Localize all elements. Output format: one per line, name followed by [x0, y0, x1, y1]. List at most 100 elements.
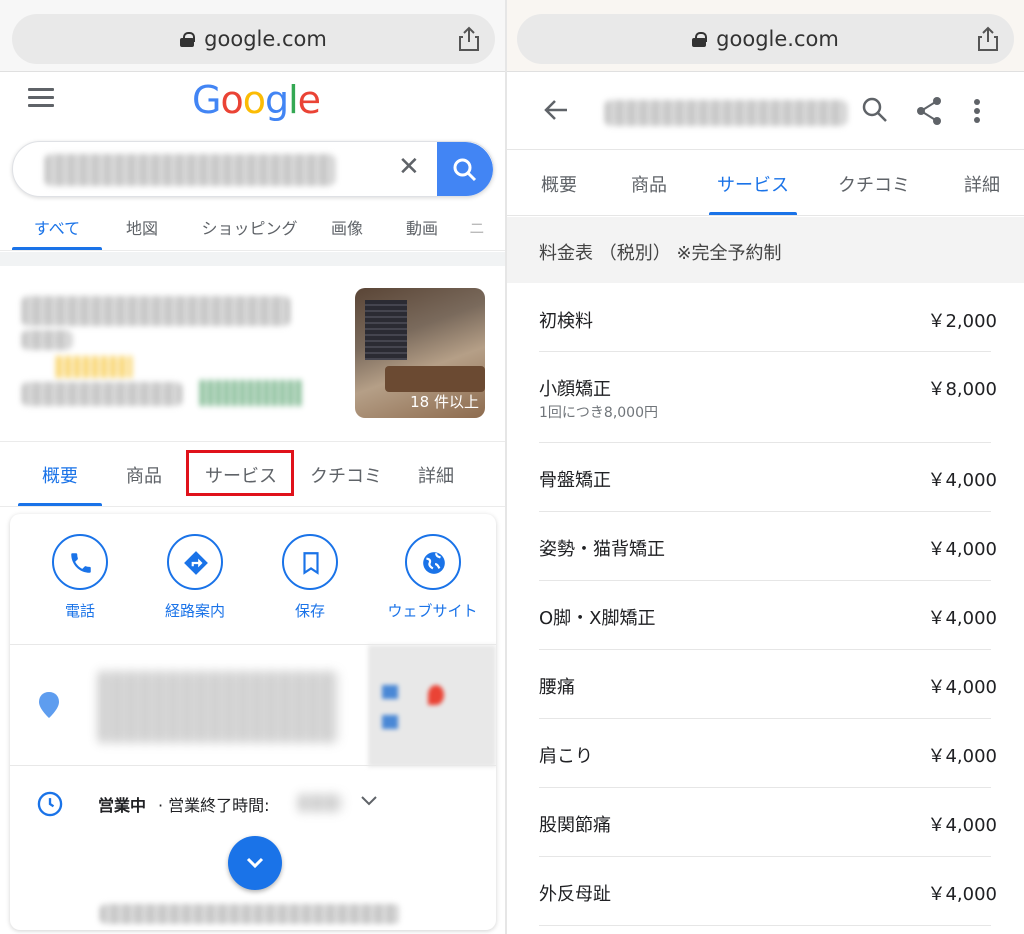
- tab-maps[interactable]: 地図: [102, 205, 182, 250]
- address-row[interactable]: [10, 644, 496, 767]
- photo-count: 18 件以上: [410, 393, 479, 411]
- tab-details[interactable]: 詳細: [957, 150, 1007, 215]
- service-price: ￥4,000: [927, 746, 997, 767]
- price-row[interactable]: 股関節痛 ￥4,000: [539, 811, 997, 857]
- address-bar[interactable]: google.com: [12, 14, 495, 64]
- place-tabs: 概要 商品 サービス クチコミ 詳細: [507, 150, 1024, 216]
- business-photo[interactable]: 18 件以上: [355, 288, 485, 418]
- service-name: O脚・X脚矯正: [539, 608, 656, 629]
- price-row[interactable]: O脚・X脚矯正 ￥4,000: [539, 604, 997, 650]
- service-note: 1回につき8,000円: [539, 405, 658, 421]
- service-price: ￥4,000: [927, 470, 997, 491]
- closing-time: [298, 794, 342, 812]
- website-label: ウェブサイト: [387, 602, 478, 620]
- browser-toolbar: google.com: [507, 0, 1024, 72]
- google-logo[interactable]: Google: [192, 78, 321, 122]
- right-screen: google.com 概要 商品 サービス クチコミ 詳細 料金表 （税別） ※…: [507, 0, 1024, 934]
- ktab-products[interactable]: 商品: [102, 442, 186, 506]
- tab-services[interactable]: サービス: [709, 150, 797, 215]
- lock-icon: [180, 31, 196, 47]
- tab-all[interactable]: すべて: [12, 205, 102, 250]
- tab-videos[interactable]: 動画: [377, 205, 467, 250]
- globe-icon: [422, 552, 445, 574]
- directions-icon: [184, 551, 208, 575]
- tab-products[interactable]: 商品: [623, 150, 675, 215]
- service-price: ￥4,000: [927, 815, 997, 836]
- chevron-down-icon[interactable]: [360, 794, 378, 808]
- service-name: 小顔矯正: [539, 379, 611, 400]
- share-icon[interactable]: [976, 26, 1000, 52]
- service-name: 腰痛: [539, 677, 575, 698]
- back-arrow-icon[interactable]: [543, 98, 569, 122]
- price-row[interactable]: 腰痛 ￥4,000: [539, 673, 997, 719]
- phone-icon: [71, 553, 91, 573]
- bottom-blurred-text: [100, 904, 400, 924]
- price-row[interactable]: 姿勢・猫背矯正 ￥4,000: [539, 535, 997, 581]
- service-name: 肩こり: [539, 746, 593, 767]
- url-text: google.com: [716, 27, 839, 51]
- left-screen: google.com Google ✕ すべて 地図 ショッピング 画像 動画 …: [0, 0, 505, 934]
- chevron-down-icon: [246, 857, 264, 869]
- share-icon[interactable]: [915, 96, 943, 126]
- tab-news-partial[interactable]: ニ: [467, 205, 487, 250]
- service-price: ￥4,000: [927, 608, 997, 629]
- save-action[interactable]: 保存: [255, 534, 365, 621]
- call-label: 電話: [64, 602, 95, 620]
- search-box[interactable]: ✕: [12, 141, 494, 197]
- location-pin-icon: [39, 692, 59, 718]
- price-row[interactable]: 小顔矯正 ￥8,000 1回につき8,000円: [539, 375, 997, 443]
- service-price: ￥2,000: [927, 311, 997, 332]
- service-name: 初検料: [539, 311, 593, 332]
- price-row[interactable]: 骨盤矯正 ￥4,000: [539, 466, 997, 512]
- open-status: 営業中: [98, 796, 147, 815]
- price-row[interactable]: 肩こり ￥4,000: [539, 742, 997, 788]
- services-tab-highlight: [186, 450, 294, 496]
- search-icon: [453, 158, 477, 182]
- search-icon[interactable]: [861, 96, 889, 124]
- service-name: 姿勢・猫背矯正: [539, 539, 665, 560]
- business-card: 電話 経路案内 保存 ウェブサイト 営業中 · 営業終了時間:: [10, 514, 496, 930]
- browser-toolbar: google.com: [0, 0, 505, 72]
- tab-shopping[interactable]: ショッピング: [182, 205, 317, 250]
- price-row[interactable]: 初検料 ￥2,000: [539, 307, 997, 352]
- bookmark-icon: [303, 552, 319, 575]
- price-row[interactable]: 外反母趾 ￥4,000: [539, 880, 997, 926]
- service-name: 外反母趾: [539, 884, 611, 905]
- business-status: [200, 380, 302, 406]
- directions-label: 経路案内: [164, 602, 225, 620]
- service-price: ￥4,000: [927, 884, 997, 905]
- website-action[interactable]: ウェブサイト: [370, 534, 495, 621]
- tab-images[interactable]: 画像: [317, 205, 377, 250]
- menu-icon[interactable]: [28, 88, 54, 108]
- place-header: [507, 72, 1024, 150]
- directions-action[interactable]: 経路案内: [140, 534, 250, 621]
- more-options-icon[interactable]: [973, 98, 981, 124]
- call-action[interactable]: 電話: [25, 534, 135, 621]
- tab-reviews[interactable]: クチコミ: [833, 150, 915, 215]
- service-price: ￥4,000: [927, 677, 997, 698]
- clear-icon[interactable]: ✕: [398, 152, 420, 182]
- hours-row[interactable]: 営業中 · 営業終了時間:: [10, 782, 496, 842]
- address-bar[interactable]: google.com: [517, 14, 1014, 64]
- ktab-overview[interactable]: 概要: [18, 442, 102, 506]
- search-input[interactable]: [45, 154, 335, 186]
- service-name: 股関節痛: [539, 815, 611, 836]
- tab-overview[interactable]: 概要: [533, 150, 585, 215]
- ktab-reviews[interactable]: クチコミ: [296, 442, 396, 506]
- search-button[interactable]: [437, 142, 493, 196]
- save-label: 保存: [294, 602, 325, 620]
- search-tabs: すべて 地図 ショッピング 画像 動画 ニ: [0, 205, 505, 251]
- business-name: [22, 296, 290, 326]
- place-title: [605, 100, 847, 126]
- expand-button[interactable]: [228, 836, 282, 890]
- business-rating: [22, 330, 72, 350]
- rating-stars: [56, 356, 132, 378]
- map-thumbnail[interactable]: [368, 645, 496, 767]
- url-text: google.com: [204, 27, 327, 51]
- share-icon[interactable]: [457, 26, 481, 52]
- service-name: 骨盤矯正: [539, 470, 611, 491]
- business-category: [22, 382, 182, 406]
- ktab-details[interactable]: 詳細: [396, 442, 476, 506]
- price-list-header: 料金表 （税別） ※完全予約制: [507, 217, 1024, 283]
- service-price: ￥8,000: [927, 379, 997, 400]
